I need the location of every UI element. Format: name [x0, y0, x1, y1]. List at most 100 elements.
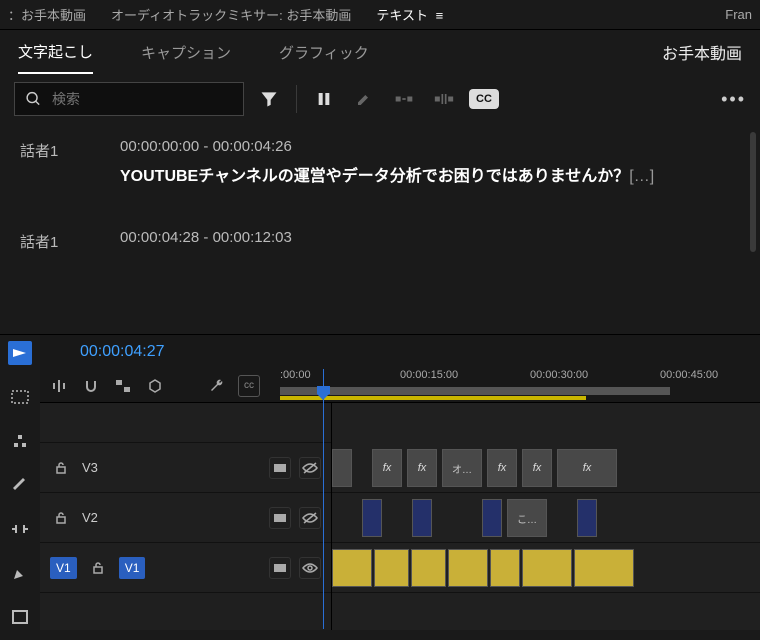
clip[interactable]: こ… [507, 499, 547, 537]
visibility-toggle[interactable] [299, 457, 321, 479]
clip[interactable] [412, 499, 432, 537]
split-button[interactable] [429, 84, 459, 114]
clip[interactable] [482, 499, 502, 537]
track-header-v1[interactable]: V1 V1 [40, 543, 331, 593]
transcript-row[interactable]: 話者1 00:00:04:28 - 00:00:12:03 [20, 229, 740, 256]
film-icon [273, 562, 287, 574]
lock-icon [54, 511, 68, 525]
lock-icon [54, 461, 68, 475]
razor-tool[interactable] [8, 473, 32, 497]
tab-transcription[interactable]: 文字起こし [18, 31, 93, 74]
clip[interactable] [574, 549, 634, 587]
sync-lock-toggle[interactable] [269, 557, 291, 579]
ruler-tick: 00:00:30:00 [530, 369, 588, 381]
lock-toggle[interactable] [50, 457, 72, 479]
tracks-area: V3 V2 V1 V1 [40, 403, 760, 630]
slip-tool[interactable] [8, 517, 32, 541]
merge-button[interactable] [389, 84, 419, 114]
marker-button[interactable] [144, 375, 166, 397]
timeline-panel: 00:00:04:27 cc :00:00 00:00:15:00 00:00:… [0, 334, 760, 630]
sync-lock-toggle[interactable] [269, 507, 291, 529]
clip[interactable]: オ… [442, 449, 482, 487]
sync-lock-toggle[interactable] [269, 457, 291, 479]
funnel-icon [259, 89, 279, 109]
pause-segment-button[interactable] [309, 84, 339, 114]
slip-icon [11, 523, 29, 535]
lock-toggle[interactable] [50, 507, 72, 529]
scrollbar[interactable] [750, 132, 756, 252]
edit-button[interactable] [349, 84, 379, 114]
pen-tool[interactable] [8, 561, 32, 585]
selection-tool[interactable] [8, 341, 32, 365]
razor-icon [12, 477, 28, 493]
wrench-button[interactable] [206, 375, 228, 397]
search-input[interactable] [52, 91, 233, 107]
snap-button[interactable] [80, 375, 102, 397]
tab-text-label: テキスト [376, 8, 428, 23]
fx-label: fx [533, 462, 542, 474]
tab-caption[interactable]: キャプション [141, 32, 231, 73]
clip[interactable]: fx [522, 449, 552, 487]
clip[interactable] [374, 549, 409, 587]
ruler-tick: :00:00 [280, 369, 311, 381]
source-patch-v1[interactable]: V1 [50, 557, 77, 579]
clip[interactable]: fx [372, 449, 402, 487]
clip[interactable] [448, 549, 488, 587]
clip[interactable] [362, 499, 382, 537]
current-timecode[interactable]: 00:00:04:27 [80, 343, 165, 361]
cc-timeline-button[interactable]: cc [238, 375, 260, 397]
track-header-v3[interactable]: V3 [40, 443, 331, 493]
track-header-v2[interactable]: V2 [40, 493, 331, 543]
tab-audio-mixer[interactable]: オーディオトラックミキサー: お手本動画 [111, 5, 351, 24]
visibility-toggle[interactable] [299, 507, 321, 529]
segment-timecode: 00:00:04:28 - 00:00:12:03 [120, 229, 740, 246]
rectangle-tool[interactable] [8, 605, 32, 629]
target-track-v1[interactable]: V1 [119, 557, 146, 579]
speaker-label: 話者1 [20, 138, 80, 189]
track-select-tool[interactable] [8, 385, 32, 409]
speaker-label: 話者1 [20, 229, 80, 256]
fx-label: fx [383, 462, 392, 474]
ripple-tool[interactable] [8, 429, 32, 453]
eye-off-icon [302, 462, 318, 474]
filter-button[interactable] [254, 84, 284, 114]
clip[interactable] [522, 549, 572, 587]
eye-off-icon [302, 512, 318, 524]
panel-menu-icon[interactable]: ≡ [436, 8, 442, 23]
clip[interactable] [411, 549, 446, 587]
playhead[interactable] [323, 369, 324, 629]
visibility-toggle[interactable] [299, 557, 321, 579]
clip[interactable]: fx [487, 449, 517, 487]
time-ruler[interactable]: :00:00 00:00:15:00 00:00:30:00 00:00:45:… [280, 369, 760, 403]
tab-text[interactable]: テキスト ≡ [376, 5, 441, 24]
track-label: V3 [82, 460, 98, 475]
clip[interactable]: fx [557, 449, 617, 487]
timeline-main: 00:00:04:27 cc :00:00 00:00:15:00 00:00:… [40, 335, 760, 630]
more-options-button[interactable]: ••• [721, 89, 746, 110]
tab-fran[interactable]: Fran [725, 7, 752, 22]
fx-label: fx [498, 462, 507, 474]
segment-text[interactable]: YOUTUBEチャンネルの運営やデータ分析でお困りではありませんか？[…] [120, 165, 740, 189]
lock-toggle[interactable] [87, 557, 109, 579]
split-icon [434, 91, 454, 107]
track-row-v2: こ… [332, 493, 760, 543]
search-field[interactable] [14, 82, 244, 116]
insert-mode-button[interactable] [48, 375, 70, 397]
pen-icon [12, 565, 28, 581]
clip[interactable] [332, 549, 372, 587]
segment-timecode: 00:00:00:00 - 00:00:04:26 [120, 138, 740, 155]
tab-sequence[interactable]: ：お手本動画 [8, 5, 86, 24]
tab-graphic[interactable]: グラフィック [279, 32, 369, 73]
cc-icon: CC [469, 89, 499, 109]
search-icon [25, 90, 42, 108]
timeline-tool-column [0, 335, 40, 630]
linked-selection-button[interactable] [112, 375, 134, 397]
clip[interactable] [490, 549, 520, 587]
transcript-row[interactable]: 話者1 00:00:00:00 - 00:00:04:26 YOUTUBEチャン… [20, 138, 740, 189]
clip[interactable] [332, 449, 352, 487]
clip[interactable] [577, 499, 597, 537]
clip[interactable]: fx [407, 449, 437, 487]
cc-button[interactable]: CC [469, 84, 499, 114]
clip-label: オ… [452, 461, 472, 476]
track-content[interactable]: fx fx オ… fx fx fx こ… [332, 403, 760, 630]
